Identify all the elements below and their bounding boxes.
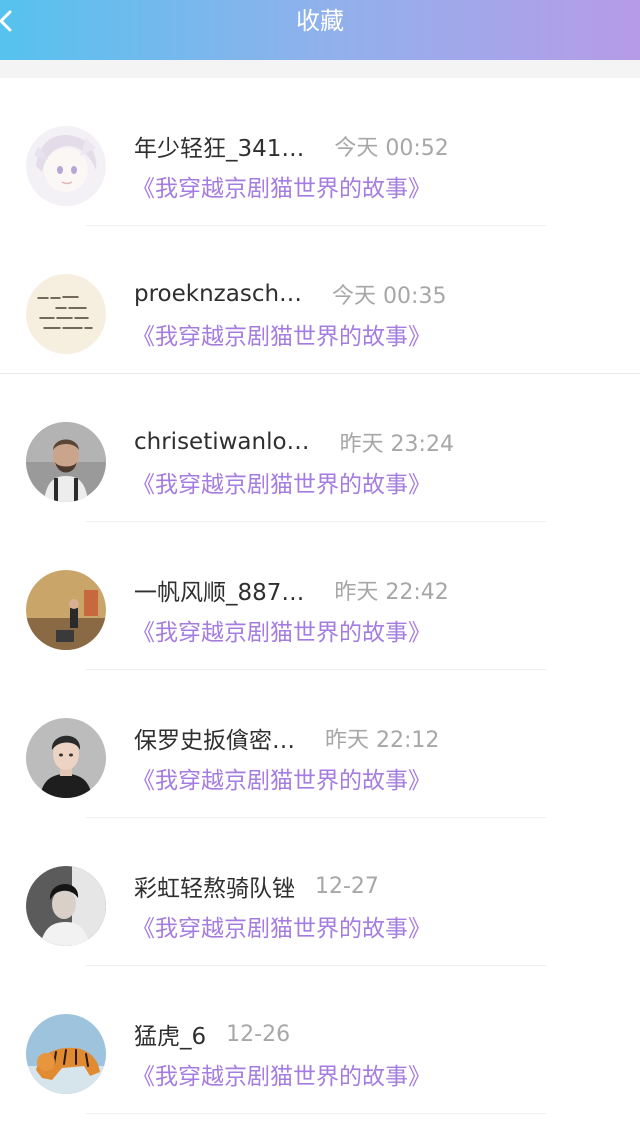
avatar — [26, 1014, 106, 1094]
list-item[interactable]: 猛虎_6 12-26 《我穿越京剧猫世界的故事》 — [0, 966, 640, 1114]
timestamp: 昨天 22:42 — [334, 580, 449, 605]
list-item[interactable]: 年少轻狂_341… 今天 00:52 《我穿越京剧猫世界的故事》 — [0, 78, 640, 226]
list-item[interactable]: chrisetiwanlo… 昨天 23:24 《我穿越京剧猫世界的故事》 — [0, 374, 640, 522]
nav-bar: 收藏 — [0, 0, 640, 60]
username[interactable]: chrisetiwanlo… — [134, 429, 310, 455]
avatar — [26, 274, 106, 354]
book-title[interactable]: 《我穿越京剧猫世界的故事》 — [132, 1059, 431, 1095]
book-title[interactable]: 《我穿越京剧猫世界的故事》 — [132, 615, 431, 651]
timestamp: 今天 00:35 — [332, 284, 447, 309]
list-item[interactable]: 彩虹轻熬骑队锉 12-27 《我穿越京剧猫世界的故事》 — [0, 818, 640, 966]
avatar — [26, 866, 106, 946]
divider — [86, 1113, 546, 1114]
username[interactable]: 彩虹轻熬骑队锉 — [134, 869, 295, 903]
book-title[interactable]: 《我穿越京剧猫世界的故事》 — [132, 911, 431, 947]
list-item[interactable]: 一帆风顺_887… 昨天 22:42 《我穿越京剧猫世界的故事》 — [0, 522, 640, 670]
username[interactable]: 年少轻狂_341… — [134, 129, 304, 163]
timestamp: 12-26 — [226, 1021, 291, 1047]
timestamp: 昨天 23:24 — [339, 432, 454, 457]
favorites-list: 年少轻狂_341… 今天 00:52 《我穿越京剧猫世界的故事》 proeknz… — [0, 78, 640, 1114]
page-title: 收藏 — [296, 7, 344, 35]
header-spacer — [0, 60, 640, 78]
book-title[interactable]: 《我穿越京剧猫世界的故事》 — [132, 763, 431, 799]
timestamp: 今天 00:52 — [334, 136, 449, 161]
timestamp: 昨天 22:12 — [325, 728, 440, 753]
timestamp: 12-27 — [315, 873, 379, 899]
username[interactable]: 一帆风顺_887… — [134, 573, 304, 607]
username[interactable]: 保罗史扳僋密… — [134, 721, 295, 755]
avatar — [26, 422, 106, 502]
book-title[interactable]: 《我穿越京剧猫世界的故事》 — [132, 467, 431, 503]
username[interactable]: proeknzasch… — [134, 281, 302, 307]
book-title[interactable]: 《我穿越京剧猫世界的故事》 — [132, 319, 431, 355]
avatar — [26, 126, 106, 206]
list-item[interactable]: 保罗史扳僋密… 昨天 22:12 《我穿越京剧猫世界的故事》 — [0, 670, 640, 818]
avatar — [26, 718, 106, 798]
list-item[interactable]: proeknzasch… 今天 00:35 《我穿越京剧猫世界的故事》 — [0, 226, 640, 374]
avatar — [26, 570, 106, 650]
book-title[interactable]: 《我穿越京剧猫世界的故事》 — [132, 171, 431, 207]
username[interactable]: 猛虎_6 — [134, 1017, 206, 1051]
